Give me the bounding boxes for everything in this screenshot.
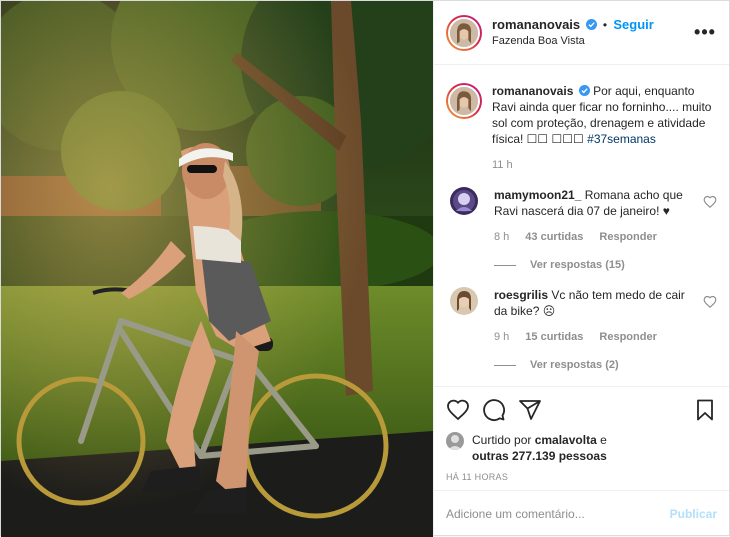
view-replies-button[interactable]: Ver respostas (2) <box>494 357 697 373</box>
comment-meta: 9 h 15 curtidas Responder <box>494 329 697 345</box>
post-photo[interactable] <box>1 1 433 537</box>
view-replies-label: Ver respostas (2) <box>530 359 619 371</box>
comment-input[interactable] <box>446 507 670 521</box>
avatar-image <box>450 87 478 115</box>
header-line: romananovais • Seguir <box>492 17 693 33</box>
caption-meta: 11 h <box>492 157 717 173</box>
replies-divider <box>494 264 516 266</box>
location-link[interactable]: Fazenda Boa Vista <box>492 33 693 49</box>
caption-text-block: romananovais Por aqui, enquanto Ravi ain… <box>492 83 717 147</box>
publish-button[interactable]: Publicar <box>670 507 717 521</box>
comment-time[interactable]: 9 h <box>494 329 509 345</box>
post-header: romananovais • Seguir Fazenda Boa Vista … <box>434 1 729 65</box>
avatar-image <box>450 287 478 315</box>
comment-item: mamymoon21_ Romana acho que Ravi nascerá… <box>446 187 717 273</box>
comment-body: roesgrilis Vc não tem medo de cair da bi… <box>494 287 697 373</box>
likes-middle: e <box>596 433 607 447</box>
view-replies-label: Ver respostas (15) <box>530 259 625 271</box>
replies-divider <box>494 364 516 366</box>
heart-icon[interactable] <box>446 398 470 422</box>
avatar-image <box>450 187 478 215</box>
commenter-username[interactable]: roesgrilis <box>494 288 548 302</box>
caption-username[interactable]: romananovais <box>492 84 573 98</box>
reply-button[interactable]: Responder <box>599 329 656 345</box>
verified-icon <box>585 18 597 30</box>
post-sidebar: romananovais • Seguir Fazenda Boa Vista … <box>433 1 729 537</box>
caption: romananovais Por aqui, enquanto Ravi ain… <box>446 83 717 173</box>
likes-summary: Curtido por cmalavolta e outras 277.139 … <box>434 432 729 464</box>
comment-text-block: roesgrilis Vc não tem medo de cair da bi… <box>494 287 697 319</box>
separator-dot: • <box>602 17 608 32</box>
follow-button[interactable]: Seguir <box>613 17 653 32</box>
reply-button[interactable]: Responder <box>599 229 656 245</box>
hashtag-link[interactable]: #37semanas <box>587 132 656 146</box>
caption-body: romananovais Por aqui, enquanto Ravi ain… <box>492 83 717 173</box>
liker-avatar[interactable] <box>446 432 464 450</box>
comment-item: roesgrilis Vc não tem medo de cair da bi… <box>446 287 717 373</box>
comment-time[interactable]: 8 h <box>494 229 509 245</box>
comment-icon[interactable] <box>482 398 506 422</box>
heart-icon[interactable] <box>703 295 717 309</box>
likes-others[interactable]: outras 277.139 pessoas <box>472 449 607 463</box>
cyclist-photo <box>1 1 433 537</box>
likes-prefix: Curtido por <box>472 433 535 447</box>
comment-body: mamymoon21_ Romana acho que Ravi nascerá… <box>494 187 697 273</box>
verified-icon <box>578 85 590 96</box>
caption-time[interactable]: 11 h <box>492 157 513 173</box>
post-timestamp[interactable]: HÁ 11 HORAS <box>434 464 729 490</box>
action-bar <box>434 386 729 432</box>
bookmark-icon[interactable] <box>693 398 717 422</box>
likes-text: Curtido por cmalavolta e outras 277.139 … <box>472 432 607 464</box>
more-icon[interactable]: ••• <box>693 21 717 45</box>
author-avatar[interactable] <box>446 14 482 51</box>
commenter-avatar[interactable] <box>450 187 478 215</box>
comment-likes[interactable]: 15 curtidas <box>525 329 583 345</box>
caption-author-avatar[interactable] <box>446 83 482 119</box>
comment-text-block: mamymoon21_ Romana acho que Ravi nascerá… <box>494 187 697 219</box>
header-text: romananovais • Seguir Fazenda Boa Vista <box>492 17 693 49</box>
comments-section: romananovais Por aqui, enquanto Ravi ain… <box>434 65 729 386</box>
heart-icon[interactable] <box>703 195 717 209</box>
view-replies-button[interactable]: Ver respostas (15) <box>494 257 697 273</box>
instagram-post: romananovais • Seguir Fazenda Boa Vista … <box>0 0 730 537</box>
share-icon[interactable] <box>518 398 542 422</box>
add-comment-bar: Publicar <box>434 490 729 537</box>
liker-username[interactable]: cmalavolta <box>535 433 597 447</box>
avatar-image <box>446 432 464 450</box>
avatar-image <box>450 18 478 47</box>
commenter-avatar[interactable] <box>450 287 478 315</box>
comment-meta: 8 h 43 curtidas Responder <box>494 229 697 245</box>
author-username[interactable]: romananovais <box>492 17 580 32</box>
comment-likes[interactable]: 43 curtidas <box>525 229 583 245</box>
commenter-username[interactable]: mamymoon21_ <box>494 188 581 202</box>
